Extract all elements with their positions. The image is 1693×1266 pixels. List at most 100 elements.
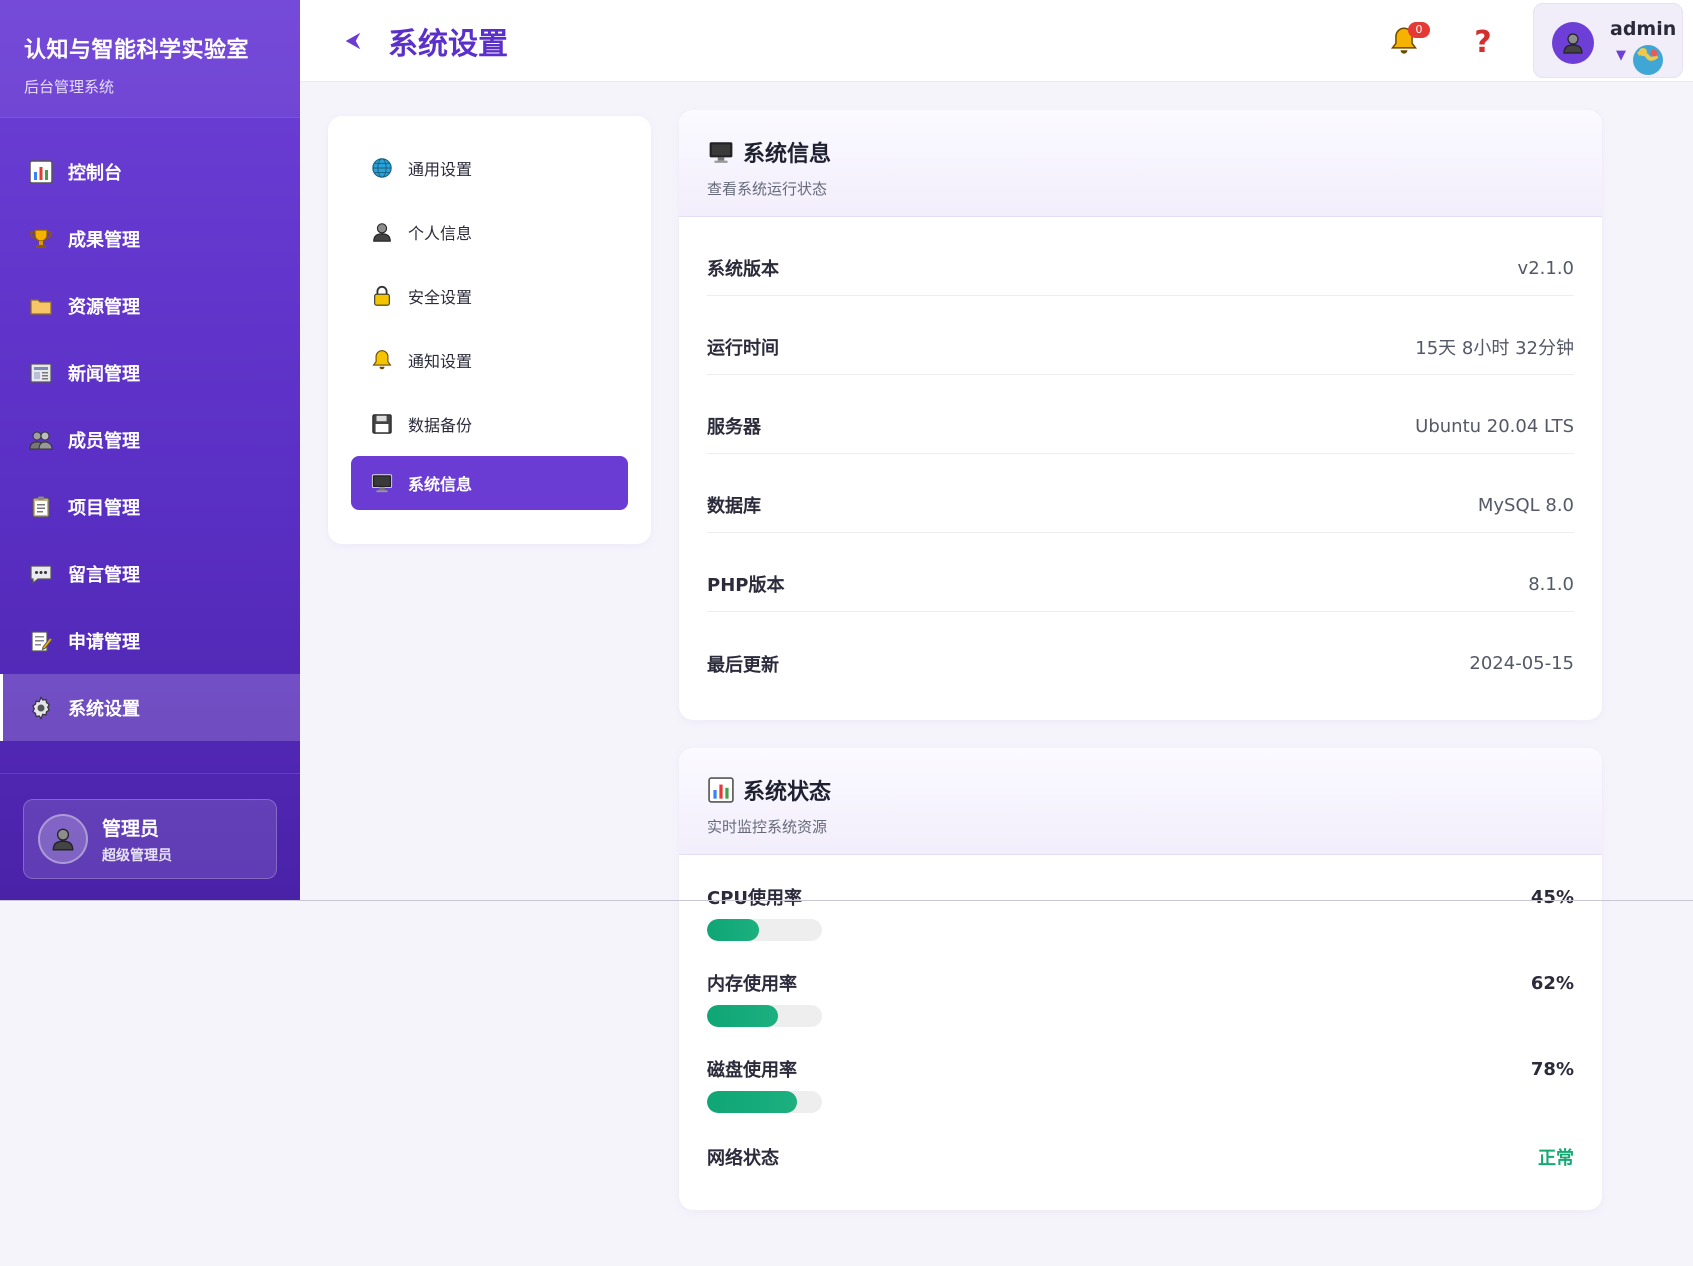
sidebar-item-label: 成员管理 [68, 430, 140, 452]
floppy-icon [370, 412, 394, 436]
info-value: 15天 8小时 32分钟 [1415, 338, 1574, 359]
sidebar-item-resources[interactable]: 资源管理 [0, 272, 300, 339]
system-info-subtitle: 查看系统运行状态 [707, 180, 828, 198]
memory-progress-fill [707, 1005, 779, 1027]
stat-value: 78% [1530, 1058, 1574, 1080]
sidebar-item-applications[interactable]: 申请管理 [0, 607, 300, 674]
stat-network: 网络状态 正常 [707, 1143, 1574, 1171]
card-title-text: 系统状态 [743, 780, 832, 805]
network-status-value: 正常 [1538, 1148, 1574, 1169]
layout-divider [0, 900, 1693, 901]
monitor-icon [370, 471, 394, 495]
edit-icon [28, 628, 54, 654]
stat-label: CPU使用率 [707, 888, 803, 909]
brand-title: 认知与智能科学实验室 [24, 38, 250, 63]
system-info-card: 系统信息 查看系统运行状态 系统版本 v2.1.0 运行时间 15天 8小时 3… [679, 110, 1602, 720]
chart-icon [28, 159, 54, 185]
stat-disk: 磁盘使用率 78% [707, 1055, 1574, 1113]
settings-menu-label: 数据备份 [408, 416, 473, 435]
settings-menu-system-info[interactable]: 系统信息 [351, 456, 628, 510]
settings-menu-label: 安全设置 [408, 288, 473, 307]
sidebar-item-members[interactable]: 成员管理 [0, 406, 300, 473]
stat-label: 磁盘使用率 [707, 1060, 797, 1081]
system-info-header: 系统信息 查看系统运行状态 [679, 110, 1602, 217]
page-title: 系统设置 [388, 26, 508, 62]
topbar: 系统设置 0 ? admin ▼ [300, 0, 1693, 82]
settings-menu-backup[interactable]: 数据备份 [328, 392, 651, 456]
card-title-text: 系统信息 [743, 142, 832, 167]
info-row-php: PHP版本 8.1.0 [707, 533, 1574, 612]
info-key: 运行时间 [707, 338, 779, 359]
gear-icon [28, 695, 54, 721]
info-row-last-update: 最后更新 2024-05-15 [707, 612, 1574, 691]
person-icon [1563, 33, 1583, 54]
sidebar-item-label: 成果管理 [68, 229, 140, 251]
system-status-card: 系统状态 实时监控系统资源 CPU使用率 45% 内存使用率 62% 磁盘使用率… [679, 748, 1602, 1210]
cpu-progress-fill [707, 919, 759, 941]
notification-badge: 0 [1408, 22, 1430, 38]
sidebar-item-projects[interactable]: 项目管理 [0, 473, 300, 540]
sidebar-user-card[interactable]: 管理员 超级管理员 [23, 799, 277, 879]
sidebar-item-dashboard[interactable]: 控制台 [0, 138, 300, 205]
settings-menu-label: 通用设置 [408, 160, 473, 179]
profile-username: admin [1610, 18, 1677, 40]
settings-menu: 通用设置 个人信息 安全设置 通知设置 数据备份 系统信息 [328, 116, 651, 544]
sidebar-nav: 控制台 成果管理 资源管理 新闻管理 成员管理 项目管理 留言管理 申请管理 系… [0, 118, 300, 741]
disk-progress-bar [707, 1091, 822, 1113]
globe-icon [1633, 45, 1663, 75]
system-info-title: 系统信息 [707, 136, 1574, 168]
sidebar-item-achievements[interactable]: 成果管理 [0, 205, 300, 272]
sidebar-item-news[interactable]: 新闻管理 [0, 339, 300, 406]
stat-cpu: CPU使用率 45% [707, 883, 1574, 941]
settings-menu-profile[interactable]: 个人信息 [328, 200, 651, 264]
sidebar: 认知与智能科学实验室 后台管理系统 控制台 成果管理 资源管理 新闻管理 成员管… [0, 0, 300, 900]
info-key: 服务器 [707, 417, 761, 438]
stat-label: 内存使用率 [707, 974, 797, 995]
sidebar-item-label: 申请管理 [68, 631, 140, 653]
info-value: MySQL 8.0 [1477, 494, 1574, 516]
person-icon [52, 828, 74, 851]
system-status-header: 系统状态 实时监控系统资源 [679, 748, 1602, 855]
info-row-server: 服务器 Ubuntu 20.04 LTS [707, 375, 1574, 454]
monitor-icon [707, 138, 735, 166]
settings-menu-general[interactable]: 通用设置 [328, 136, 651, 200]
sidebar-item-messages[interactable]: 留言管理 [0, 540, 300, 607]
back-button[interactable] [338, 26, 368, 56]
lock-icon [370, 284, 394, 308]
chart-icon [707, 776, 735, 804]
app-root: 认知与智能科学实验室 后台管理系统 控制台 成果管理 资源管理 新闻管理 成员管… [0, 0, 1693, 1266]
sidebar-item-label: 项目管理 [68, 497, 140, 519]
memory-progress-bar [707, 1005, 822, 1027]
settings-menu-label: 个人信息 [408, 224, 473, 243]
sidebar-user-role: 超级管理员 [102, 847, 172, 864]
info-key: 最后更新 [707, 654, 779, 676]
settings-menu-notifications[interactable]: 通知设置 [328, 328, 651, 392]
cpu-progress-bar [707, 919, 822, 941]
sidebar-item-settings[interactable]: 系统设置 [0, 674, 300, 741]
info-value: 2024-05-15 [1469, 653, 1574, 674]
sidebar-footer: 管理员 超级管理员 [0, 773, 300, 904]
bell-icon [370, 348, 394, 372]
brand: 认知与智能科学实验室 后台管理系统 [0, 0, 300, 118]
globe-icon [370, 156, 394, 180]
sidebar-item-label: 资源管理 [68, 296, 140, 318]
stat-label: 网络状态 [707, 1148, 779, 1169]
user-profile-menu[interactable]: admin ▼ [1533, 3, 1683, 78]
info-value: 8.1.0 [1528, 573, 1574, 595]
info-value: v2.1.0 [1517, 257, 1574, 279]
settings-menu-label: 系统信息 [408, 475, 473, 494]
stat-value: 45% [1530, 886, 1574, 908]
disk-progress-fill [707, 1091, 797, 1113]
sidebar-item-label: 控制台 [68, 162, 122, 184]
newspaper-icon [28, 360, 54, 386]
info-row-version: 系统版本 v2.1.0 [707, 217, 1574, 296]
person-icon [370, 220, 394, 244]
help-button[interactable]: ? [1468, 24, 1498, 60]
settings-menu-security[interactable]: 安全设置 [328, 264, 651, 328]
sidebar-item-label: 新闻管理 [68, 363, 140, 385]
folder-icon [28, 293, 54, 319]
avatar [1552, 22, 1594, 64]
brand-subtitle: 后台管理系统 [24, 78, 115, 96]
message-icon [28, 561, 54, 587]
notification-button[interactable]: 0 [1390, 22, 1430, 58]
